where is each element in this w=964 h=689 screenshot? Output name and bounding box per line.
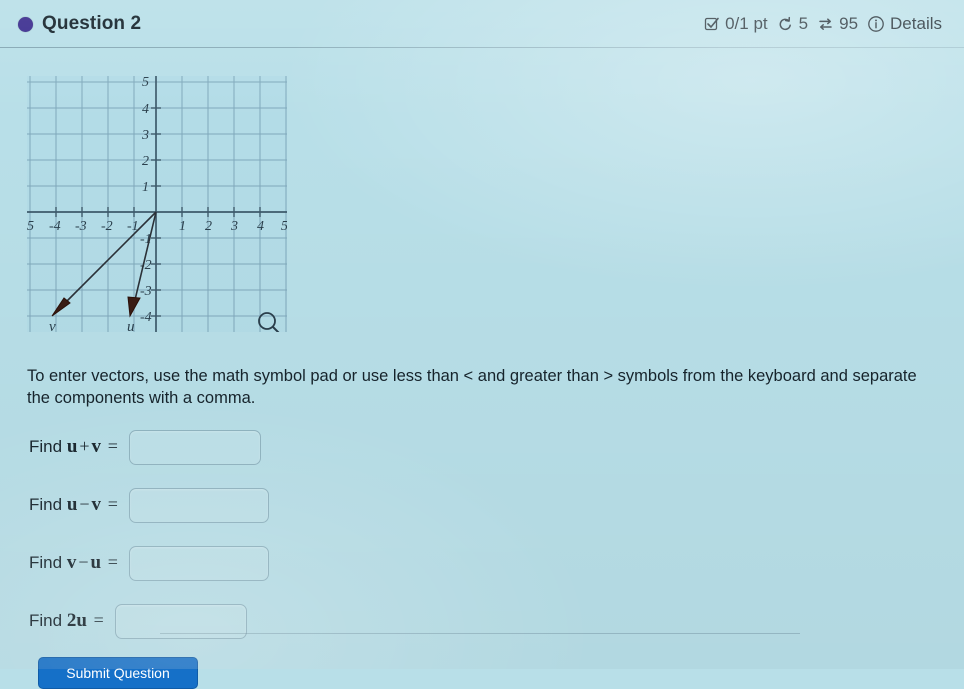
x-tick-label: 5 <box>27 219 34 234</box>
details-button[interactable]: Details <box>867 14 942 34</box>
find-word: Find <box>29 495 63 514</box>
find-word: Find <box>29 437 63 456</box>
points-chip: 0/1 pt <box>704 14 768 34</box>
answer-rows: Find u + v = Find u − v = Find v − u = Find 2u… <box>29 418 529 650</box>
answer-row-u-minus-v: Find u − v = <box>29 476 529 534</box>
y-tick-label: -3 <box>140 284 152 299</box>
operand-b: u <box>90 552 102 573</box>
x-tick-label: -3 <box>75 219 87 234</box>
retry-circular-arrow-icon <box>777 16 794 33</box>
y-tick-label: 5 <box>142 76 149 90</box>
x-tick-label: -4 <box>49 219 61 234</box>
answer-label-v-minus-u: Find v − u = <box>29 552 120 574</box>
operand-a: v <box>66 552 77 573</box>
attempts-value: 5 <box>798 14 809 33</box>
header-divider <box>0 47 964 48</box>
y-tick-label: 2 <box>142 154 149 169</box>
instructions-line-1: To enter vectors, use the math symbol pa… <box>27 367 816 385</box>
find-word: Find <box>29 553 63 572</box>
attempts-chip: 5 <box>777 14 808 34</box>
question-title-group: Question 2 <box>18 13 141 35</box>
details-label: Details <box>890 14 942 33</box>
operand-a: u <box>66 436 78 457</box>
swap-arrows-icon <box>817 16 834 33</box>
info-circle-icon <box>867 15 885 33</box>
equals-sign: = <box>107 494 118 514</box>
checkbox-checked-icon <box>704 16 720 32</box>
find-word: Find <box>29 611 63 630</box>
operator: + <box>79 436 90 456</box>
answer-row-v-minus-u: Find v − u = <box>29 534 529 592</box>
answer-label-2u: Find 2u = <box>29 610 106 632</box>
vector-graph[interactable]: 5 -4 -3 -2 -1 1 2 3 4 5 5 4 3 2 1 -1 -2 … <box>27 76 287 332</box>
equals-sign: = <box>93 610 104 630</box>
question-header: Question 2 0/1 pt 5 95 Details <box>0 0 964 48</box>
y-tick-label: 1 <box>142 180 149 195</box>
operator: − <box>79 494 90 514</box>
answer-row-u-plus-v: Find u + v = <box>29 418 529 476</box>
y-tick-label: 3 <box>141 128 149 143</box>
vector-label-v: v <box>49 319 56 332</box>
question-meta-group: 0/1 pt 5 95 Details <box>704 14 942 34</box>
page-title: Question 2 <box>42 13 142 34</box>
operand-b: v <box>91 494 102 515</box>
x-tick-label: 2 <box>205 219 212 234</box>
x-tick-label: 5 <box>281 219 287 234</box>
points-value: 0/1 pt <box>725 14 768 33</box>
operand-b: v <box>91 436 102 457</box>
x-tick-label: 1 <box>179 219 186 234</box>
shuffle-count: 95 <box>839 14 859 33</box>
y-tick-label: 4 <box>142 102 149 117</box>
answer-input-u-plus-v[interactable] <box>128 429 261 465</box>
y-tick-label: -4 <box>140 310 152 325</box>
instructions-text: To enter vectors, use the math symbol pa… <box>27 366 937 410</box>
x-tick-label: 4 <box>257 219 264 234</box>
shuffle-chip: 95 <box>817 14 858 34</box>
answer-input-u-minus-v[interactable] <box>128 487 269 523</box>
filled-circle-icon <box>18 16 33 32</box>
submit-question-button[interactable]: Submit Question <box>38 657 198 689</box>
equals-sign: = <box>107 552 118 572</box>
operator: − <box>78 552 89 572</box>
operand-a: u <box>66 494 78 515</box>
vector-label-u: u <box>127 319 135 332</box>
answer-row-2u: Find 2u = <box>29 592 529 650</box>
answer-label-u-minus-v: Find u − v = <box>29 494 120 516</box>
content-bottom-divider <box>160 633 800 634</box>
vector-graph-svg: 5 -4 -3 -2 -1 1 2 3 4 5 5 4 3 2 1 -1 -2 … <box>27 76 287 332</box>
answer-label-u-plus-v: Find u + v = <box>29 436 120 458</box>
answer-input-v-minus-u[interactable] <box>128 545 269 581</box>
equals-sign: = <box>107 436 118 456</box>
x-tick-label: -2 <box>101 219 113 234</box>
graph-background <box>27 76 287 332</box>
operand-a: 2u <box>66 610 87 631</box>
x-tick-label: 3 <box>230 219 238 234</box>
